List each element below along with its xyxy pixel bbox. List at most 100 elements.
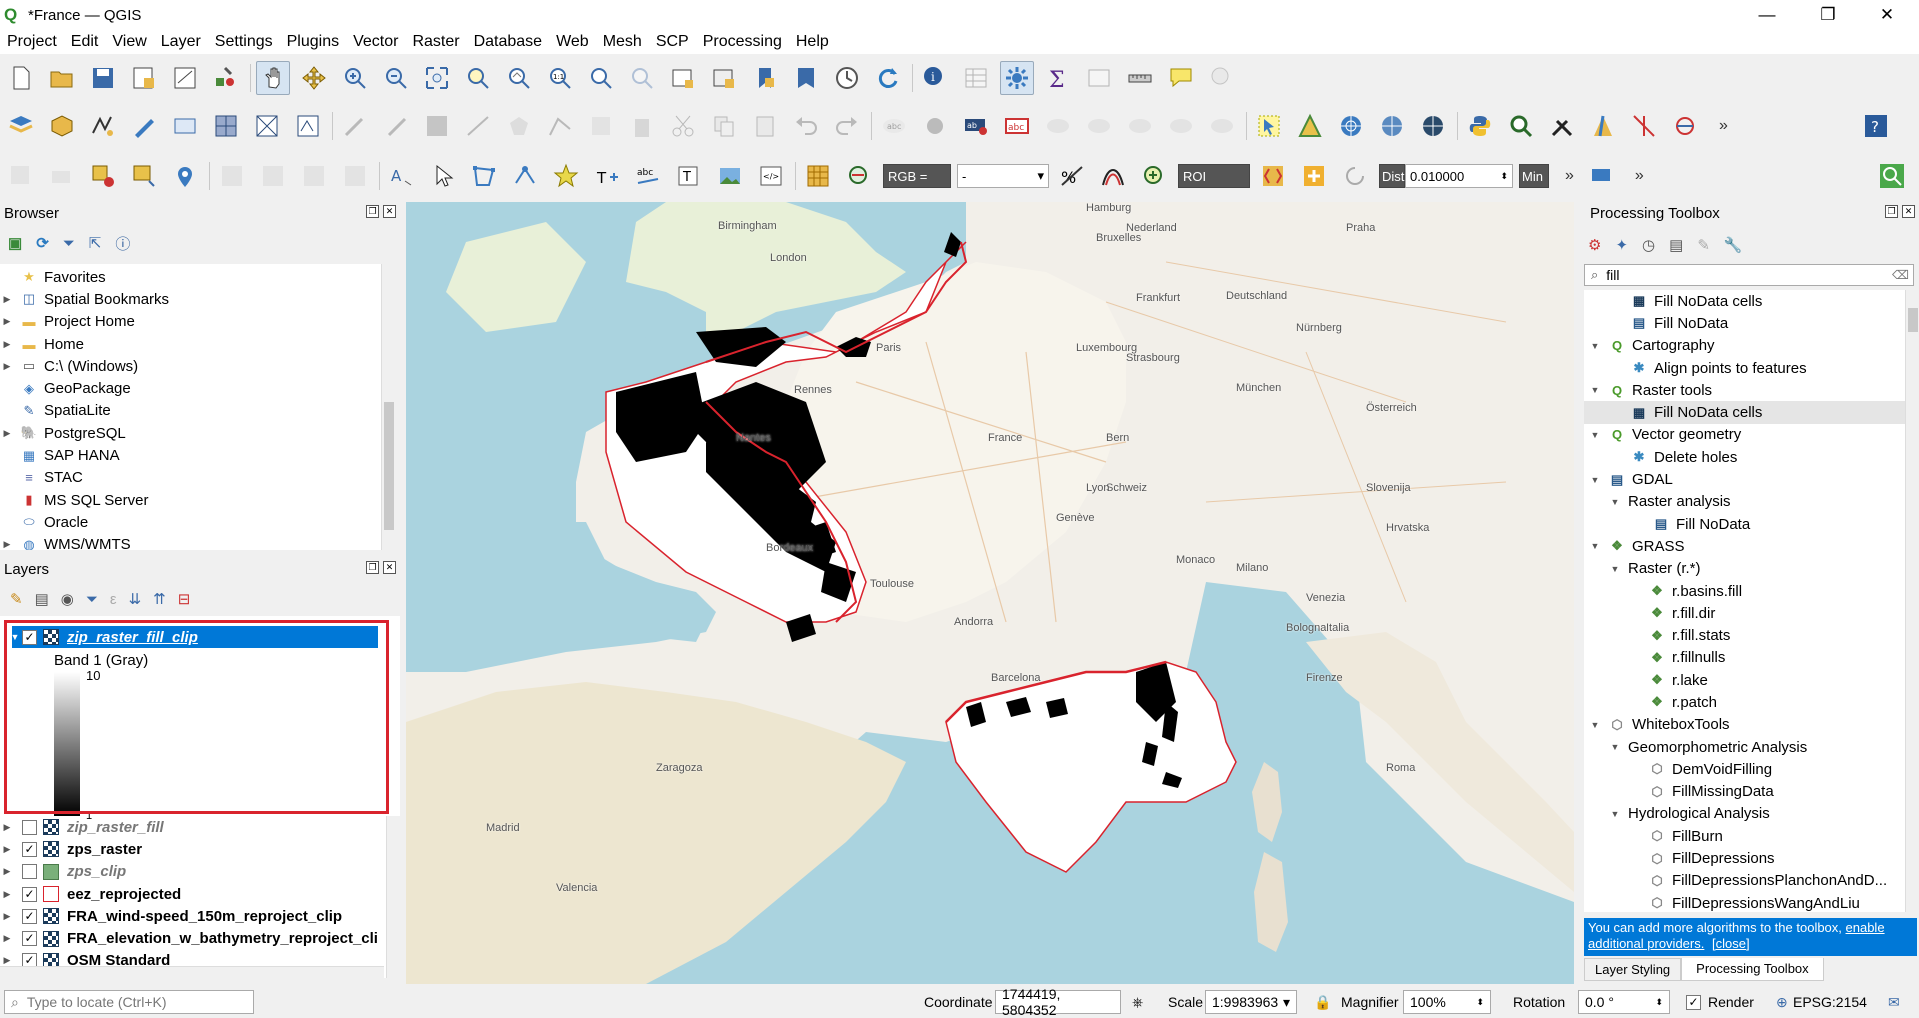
manage-visibility-icon[interactable]: ◉ — [61, 590, 74, 608]
layer-visibility-checkbox[interactable]: ✓ — [22, 841, 37, 857]
browser-item[interactable]: ▮ MS SQL Server — [0, 489, 395, 511]
paste-features-icon[interactable] — [748, 109, 782, 143]
filter-icon[interactable]: ⏷ — [63, 235, 75, 252]
text-frame-icon[interactable]: T — [672, 159, 706, 193]
layer-visibility-checkbox[interactable]: ✓ — [22, 931, 37, 947]
toolbar-overflow-icon[interactable]: » — [1635, 167, 1644, 185]
new-print-layout-icon[interactable] — [127, 61, 161, 95]
split-features-icon[interactable] — [215, 159, 249, 193]
expand-arrow-icon[interactable]: ▼ — [1588, 475, 1602, 485]
expand-arrow-icon[interactable]: ▶ — [0, 933, 14, 944]
advanced-digitize-icon[interactable] — [4, 159, 38, 193]
models-icon[interactable]: ⚙ — [1588, 236, 1601, 254]
menu-project[interactable]: Project — [0, 33, 64, 51]
browser-item[interactable]: ≡ STAC — [0, 467, 395, 489]
toggle-extents-icon[interactable]: ⎈ — [1132, 994, 1143, 1011]
map-tips-icon[interactable] — [1164, 61, 1198, 95]
processing-item[interactable]: ❖ r.patch — [1584, 691, 1919, 713]
expand-arrow-icon[interactable]: ▶ — [0, 844, 14, 855]
expand-arrow-icon[interactable]: ▶ — [0, 539, 14, 550]
layer-row[interactable]: ▶ zps_clip — [0, 861, 384, 883]
processing-item[interactable]: ▼ Raster analysis — [1584, 491, 1919, 513]
restore-button[interactable]: ❐ — [1805, 0, 1851, 30]
close-panel-icon[interactable]: ✕ — [383, 205, 396, 218]
new-bookmark-icon[interactable] — [748, 61, 782, 95]
show-bookmarks-icon[interactable] — [789, 61, 823, 95]
zoom-full-icon[interactable] — [420, 61, 454, 95]
add-polygon-icon[interactable] — [502, 109, 536, 143]
processing-item[interactable]: ▼ Hydrological Analysis — [1584, 803, 1919, 825]
python-console-icon[interactable] — [1463, 109, 1497, 143]
browser-item[interactable]: ▶ ◫ Spatial Bookmarks — [0, 288, 395, 310]
diagram-icon[interactable] — [1205, 109, 1239, 143]
expand-arrow-icon[interactable]: ▼ — [1588, 541, 1602, 551]
model-plugin-icon[interactable] — [1668, 109, 1702, 143]
layer-row[interactable]: ▶ ✓ eez_reprojected — [0, 883, 384, 905]
help-icon[interactable]: ? — [1859, 109, 1893, 143]
browser-item[interactable]: ⬭ Oracle — [0, 511, 395, 533]
rotation-spinbox[interactable]: 0.0 ° ⬍ — [1578, 990, 1670, 1014]
layer-visibility-checkbox[interactable]: ✓ — [22, 886, 37, 902]
processing-scrollbar[interactable] — [1905, 290, 1919, 912]
statistical-summary-icon[interactable]: Σ — [1041, 61, 1075, 95]
crs-globe-icon[interactable]: ⊕ — [1776, 994, 1788, 1011]
scp-roi-zoom-icon[interactable] — [842, 159, 876, 193]
pan-to-selection-icon[interactable] — [297, 61, 331, 95]
save-project-icon[interactable] — [86, 61, 120, 95]
browser-item[interactable]: ▦ SAP HANA — [0, 444, 395, 466]
expand-arrow-icon[interactable]: ▼ — [1608, 742, 1622, 752]
toggle-editing-icon[interactable] — [379, 109, 413, 143]
georeferencer-globe-icon[interactable] — [1334, 109, 1368, 143]
layers-scrollbar[interactable] — [386, 816, 400, 978]
merge-features-icon[interactable] — [256, 159, 290, 193]
edit-features-in-place-icon[interactable]: ✎ — [1697, 236, 1710, 254]
menu-raster[interactable]: Raster — [405, 33, 466, 51]
select-by-value-icon[interactable] — [1293, 109, 1327, 143]
expand-arrow-icon[interactable]: ▶ — [0, 889, 14, 900]
close-panel-icon[interactable]: ✕ — [383, 561, 396, 574]
style-paint-icon[interactable]: ✎ — [10, 590, 23, 608]
processing-item[interactable]: ▼ ▤ GDAL — [1584, 468, 1919, 490]
add-selected-layers-icon[interactable]: ▣ — [8, 234, 22, 252]
digitize-line-icon[interactable] — [461, 109, 495, 143]
results-viewer-icon[interactable]: ▤ — [1669, 236, 1683, 254]
expand-arrow-icon[interactable]: ▶ — [0, 294, 14, 305]
save-edits-icon[interactable] — [420, 109, 454, 143]
processing-item[interactable]: ⬡ FillDepressionsPlanchonAndD... — [1584, 870, 1919, 892]
python-scripts-icon[interactable]: ✦ — [1615, 236, 1628, 254]
locator-input[interactable]: ⌕ Type to locate (Ctrl+K) — [4, 990, 254, 1014]
pan-map-icon[interactable] — [256, 61, 290, 95]
layer-visibility-checkbox[interactable] — [22, 819, 37, 835]
select-layer-icon[interactable] — [86, 159, 120, 193]
scp-redo-roi-icon[interactable] — [1338, 159, 1372, 193]
scp-stretch-icon[interactable] — [1096, 159, 1130, 193]
html-annotation-icon[interactable]: </> — [754, 159, 788, 193]
tab-processing-toolbox[interactable]: Processing Toolbox — [1681, 958, 1824, 981]
scp-band-set-icon[interactable] — [801, 159, 835, 193]
collapse-all-icon[interactable]: ⇱ — [89, 234, 102, 252]
properties-info-icon[interactable]: ⓘ — [115, 233, 130, 254]
menu-database[interactable]: Database — [467, 33, 550, 51]
measure-line-icon[interactable] — [1123, 61, 1157, 95]
add-vector-tile-icon[interactable] — [291, 109, 325, 143]
processing-item[interactable]: ▼ ❖ GRASS — [1584, 535, 1919, 557]
filter-expression-icon[interactable]: ε — [110, 591, 117, 608]
text-placement-icon[interactable]: T — [590, 159, 624, 193]
float-panel-icon[interactable]: ❐ — [366, 561, 379, 574]
toolbar-overflow-icon[interactable]: » — [1565, 167, 1574, 185]
new-project-icon[interactable] — [4, 61, 38, 95]
modify-attributes-icon[interactable] — [584, 109, 618, 143]
expand-arrow-icon[interactable]: ▶ — [0, 316, 14, 327]
menu-settings[interactable]: Settings — [208, 33, 280, 51]
change-label-icon[interactable] — [1164, 109, 1198, 143]
zoom-to-layer-icon[interactable] — [502, 61, 536, 95]
refresh-icon[interactable] — [871, 61, 905, 95]
close-button[interactable]: ✕ — [1864, 0, 1910, 30]
expand-arrow-icon[interactable]: ▼ — [1588, 341, 1602, 351]
expand-arrow-icon[interactable]: ▼ — [1608, 809, 1622, 819]
render-checkbox[interactable]: ✓ — [1686, 995, 1701, 1010]
processing-item[interactable]: ▼ Q Vector geometry — [1584, 424, 1919, 446]
layer-row[interactable]: ▶ ✓ zps_raster — [0, 838, 384, 860]
scale-combobox[interactable]: 1:9983963 ▾ — [1205, 990, 1297, 1014]
web-globe-icon[interactable] — [1416, 109, 1450, 143]
